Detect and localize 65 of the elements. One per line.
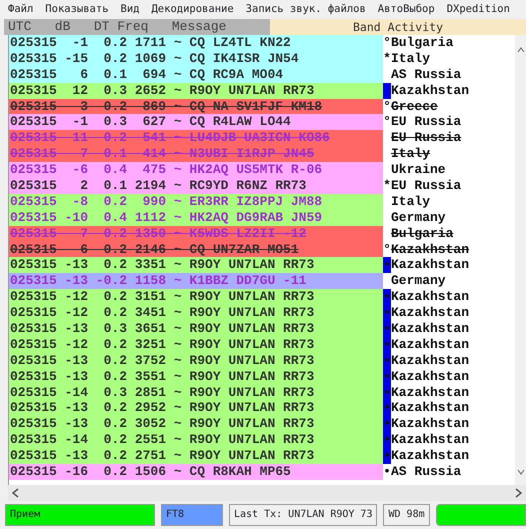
marker: ° [383,242,391,258]
country-label: Kazakhstan [391,432,470,448]
marker: • [383,257,391,274]
country-label: AS Russia [391,66,462,83]
menu-item[interactable]: Вид [116,2,148,18]
watchdog-label: WD 98m [383,504,430,526]
country-label: Bulgaria [391,35,454,51]
country-label: Kazakhstan [391,448,470,464]
last-tx-label: Last Tx: UN7LAN R9OY 73 [229,504,378,526]
marker: • [383,448,391,464]
menu-item[interactable]: АвтоВыбор [374,2,443,18]
marker: • [383,416,391,432]
country-label: Kazakhstan [391,384,470,400]
scroll-up-icon[interactable] [517,47,525,53]
country-label: Kazakhstan [391,400,470,416]
status-state: Прием [5,504,155,526]
country-label: Italy [391,194,430,210]
country-label: Kazakhstan [391,289,470,306]
country-label: Kazakhstan [391,368,470,385]
country-label: Bulgaria [391,226,454,242]
column-headers: UTC dB DT Freq Message [4,19,270,35]
marker: * [383,178,391,194]
country-label: Germany [391,273,446,290]
country-label: Germany [391,210,446,226]
country-label: Kazakhstan [391,352,470,369]
marker: • [383,321,391,337]
marker: • [383,305,391,322]
menu-item[interactable]: Файл [4,2,42,18]
country-label: AS Russia [391,464,462,480]
panel-title: Band Activity [270,19,526,35]
country-label: Kazakhstan [391,336,470,353]
marker: • [383,368,391,385]
country-label: EU Russia [391,114,462,130]
country-label: Kazakhstan [391,242,470,258]
scroll-right-icon[interactable] [515,488,522,498]
marker: ° [383,98,391,114]
marker: ° [383,35,391,51]
scroll-left-icon[interactable] [12,488,19,498]
mode-label: FT8 [161,504,223,526]
menu-item[interactable]: DXpedition [442,2,518,18]
country-label: Greece [391,98,438,114]
marker: • [383,384,391,400]
country-label: Kazakhstan [391,305,470,322]
marker: • [383,400,391,416]
marker: • [383,289,391,306]
country-label: Kazakhstan [391,82,470,99]
menu-item[interactable]: Показывать [41,2,117,18]
country-label: Kazakhstan [391,416,470,432]
marker: • [383,336,391,353]
marker: • [383,432,391,448]
vertical-scrollbar[interactable] [515,35,526,485]
country-label: EU Russia [391,130,462,146]
country-label: Kazakhstan [391,257,470,274]
marker: * [383,50,391,67]
country-label: Italy [391,50,430,67]
country-label: Ukraine [391,162,446,178]
scroll-down-icon[interactable] [517,469,525,475]
menu-item[interactable]: Запись звук. файлов [242,2,374,18]
country-label: Kazakhstan [391,321,470,337]
country-label: Italy [391,146,430,162]
marker: ° [383,114,391,130]
marker: • [383,352,391,369]
menu-item[interactable]: Декодирование [147,2,242,18]
marker: • [383,464,391,480]
country-label: EU Russia [391,178,462,194]
